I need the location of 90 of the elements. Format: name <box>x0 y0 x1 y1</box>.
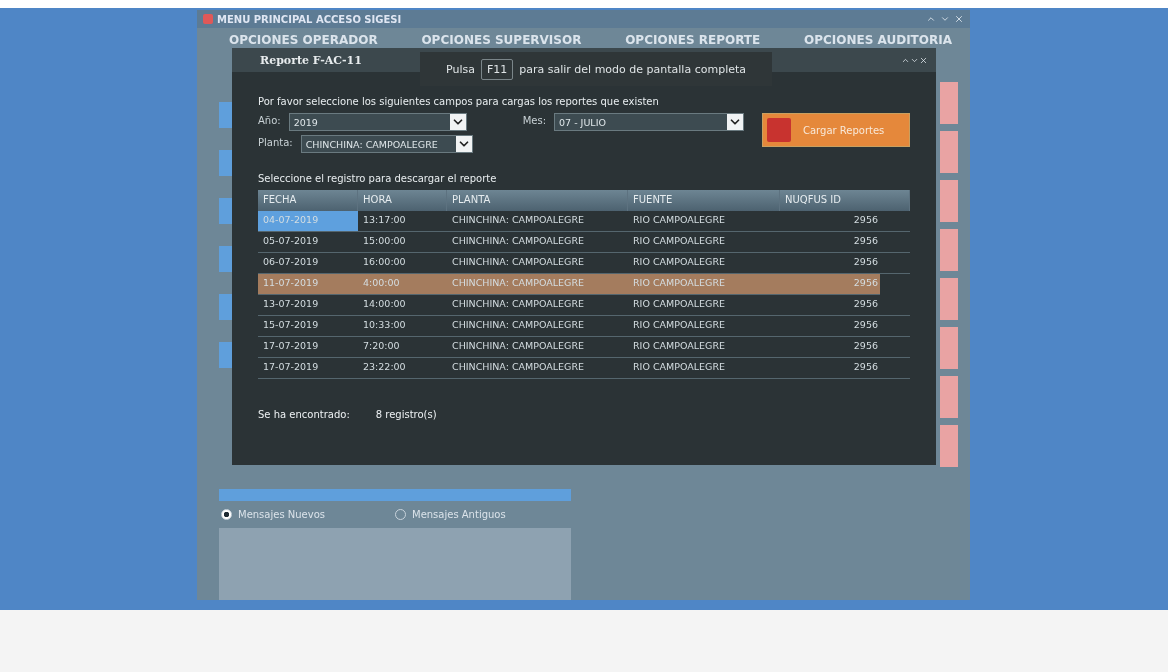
table-cell-text: 17-07-2019 <box>262 339 320 353</box>
key-label: F11 <box>480 58 514 80</box>
table-cell-text: 10:33:00 <box>362 318 407 332</box>
menu-tab[interactable]: OPCIONES REPORTE <box>625 33 761 47</box>
field-label: Planta: <box>258 137 293 148</box>
result-label: Se ha encontrado: <box>258 409 350 420</box>
table-cell-text: CHINCHINA: CAMPOALEGRE <box>451 213 586 227</box>
table-cell-text: 7:20:00 <box>362 339 401 353</box>
window-title: MENU PRINCIPAL ACCESO SIGESI <box>217 13 403 25</box>
table-cell-text: 06-07-2019 <box>262 255 320 269</box>
table-row[interactable]: 17-07-2019 7:20:00 CHINCHINA: CAMPOALEGRE RIO CAMPOALEGRE 2956 <box>258 337 910 358</box>
column-header[interactable]: HORA <box>358 190 447 211</box>
table-row[interactable]: 05-07-2019 15:00:00 CHINCHINA: CAMPOALEGRE RIO CAMPOALEGRE 2956 <box>258 232 910 253</box>
table-cell-text: CHINCHINA: CAMPOALEGRE <box>451 234 586 248</box>
table-cell-text: 15-07-2019 <box>262 318 320 332</box>
table-cell-text: CHINCHINA: CAMPOALEGRE <box>451 360 586 374</box>
table-cell: 04-07-2019 <box>258 211 358 231</box>
field-label: Año: <box>258 115 281 126</box>
chevron-down-icon <box>727 114 744 130</box>
menu-tab[interactable]: OPCIONES SUPERVISOR <box>421 33 582 47</box>
chevron-down-icon <box>449 114 466 130</box>
minimize-icon[interactable] <box>926 14 936 24</box>
tile[interactable] <box>940 131 958 173</box>
table-row[interactable]: 04-07-2019 13:17:00 CHINCHINA: CAMPOALEGRE RIO CAMPOALEGRE 2956 <box>258 211 910 232</box>
table-caption: Seleccione el registro para descargar el reporte <box>258 173 498 184</box>
dropdown[interactable]: 2019 <box>288 113 467 131</box>
table-cell-text: CHINCHINA: CAMPOALEGRE <box>451 318 586 332</box>
table-row[interactable]: 15-07-2019 10:33:00 CHINCHINA: CAMPOALEGRE RIO CAMPOALEGRE 2956 <box>258 316 910 337</box>
column-header[interactable]: NUQFUS ID <box>780 190 910 211</box>
notice-text: para salir del modo de pantalla completa <box>519 62 746 76</box>
tile[interactable] <box>940 82 958 124</box>
table-cell-text: 2956 <box>852 234 879 248</box>
close-icon[interactable] <box>954 14 964 24</box>
table-cell-text: 16:00:00 <box>362 255 407 269</box>
tile[interactable] <box>940 376 958 418</box>
table-cell-text: 2956 <box>852 255 879 269</box>
app-icon <box>203 14 213 24</box>
result-count: 8 registro(s) <box>375 409 437 420</box>
table-row[interactable]: 13-07-2019 14:00:00 CHINCHINA: CAMPOALEGRE RIO CAMPOALEGRE 2956 <box>258 295 910 316</box>
dropdown[interactable]: CHINCHINA: CAMPOALEGRE <box>300 135 473 153</box>
table-cell-text: 2956 <box>852 360 879 374</box>
table-cell-text: 13:17:00 <box>362 213 407 227</box>
table-cell-text: 13-07-2019 <box>262 297 320 311</box>
maximize-icon[interactable] <box>940 14 950 24</box>
table-cell-text: 05-07-2019 <box>262 234 320 248</box>
table-cell-text: RIO CAMPOALEGRE <box>632 339 727 353</box>
chevron-down-icon <box>455 136 472 152</box>
column-header[interactable]: FUENTE <box>628 190 780 211</box>
table-cell-text: RIO CAMPOALEGRE <box>632 234 727 248</box>
table-cell-text: RIO CAMPOALEGRE <box>632 297 727 311</box>
dropdown[interactable]: 07 - JULIO <box>554 113 745 131</box>
tile[interactable] <box>940 327 958 369</box>
instructions: Por favor seleccione los siguientes campos para cargas los reportes que existen <box>258 96 660 107</box>
table-row[interactable]: 17-07-2019 23:22:00 CHINCHINA: CAMPOALEGRE RIO CAMPOALEGRE 2956 <box>258 358 910 379</box>
menu-tab[interactable]: OPCIONES OPERADOR <box>229 33 378 47</box>
column-header[interactable]: PLANTA <box>447 190 628 211</box>
table-cell-text: CHINCHINA: CAMPOALEGRE <box>451 339 586 353</box>
table-cell-text: RIO CAMPOALEGRE <box>632 360 727 374</box>
table-cell-text: 2956 <box>852 213 879 227</box>
tile[interactable] <box>940 180 958 222</box>
table-cell-text: 15:00:00 <box>362 234 407 248</box>
table-cell-text: 2956 <box>852 297 879 311</box>
table-cell-text: 2956 <box>852 339 879 353</box>
menu-tab[interactable]: OPCIONES AUDITORIA <box>804 33 952 47</box>
table-cell-text: RIO CAMPOALEGRE <box>632 255 727 269</box>
tile[interactable] <box>940 278 958 320</box>
close-icon[interactable] <box>919 55 928 65</box>
table-row[interactable]: 11-07-2019 4:00:00 CHINCHINA: CAMPOALEGRE RIO CAMPOALEGRE 2956 <box>258 274 880 295</box>
table-cell-text: CHINCHINA: CAMPOALEGRE <box>451 297 586 311</box>
dialog-title: Reporte F-AC-11 <box>260 53 363 67</box>
table-cell-text: 4:00:00 <box>362 276 401 290</box>
field-label: Mes: <box>522 115 547 126</box>
tile[interactable] <box>940 229 958 271</box>
notice-text: Pulsa <box>446 62 475 76</box>
table-cell-text: 23:22:00 <box>362 360 407 374</box>
table-cell-text: 2956 <box>852 318 879 332</box>
table-cell-text: 17-07-2019 <box>262 360 320 374</box>
table-cell-text: CHINCHINA: CAMPOALEGRE <box>451 255 586 269</box>
table-cell-text: 2956 <box>852 276 879 290</box>
table-cell-text: 14:00:00 <box>362 297 407 311</box>
load-reports-button[interactable]: Cargar Reportes <box>762 113 910 147</box>
table-cell-text: CHINCHINA: CAMPOALEGRE <box>451 276 586 290</box>
radio-option[interactable]: Mensajes Antiguos <box>395 509 506 520</box>
table-cell-text: RIO CAMPOALEGRE <box>632 213 727 227</box>
tile[interactable] <box>940 425 958 467</box>
report-icon <box>767 118 791 142</box>
table-cell-text: RIO CAMPOALEGRE <box>632 318 727 332</box>
table-cell-text: 11-07-2019 <box>262 276 320 290</box>
radio-option[interactable]: Mensajes Nuevos <box>221 509 325 520</box>
table-cell-text: RIO CAMPOALEGRE <box>632 276 727 290</box>
